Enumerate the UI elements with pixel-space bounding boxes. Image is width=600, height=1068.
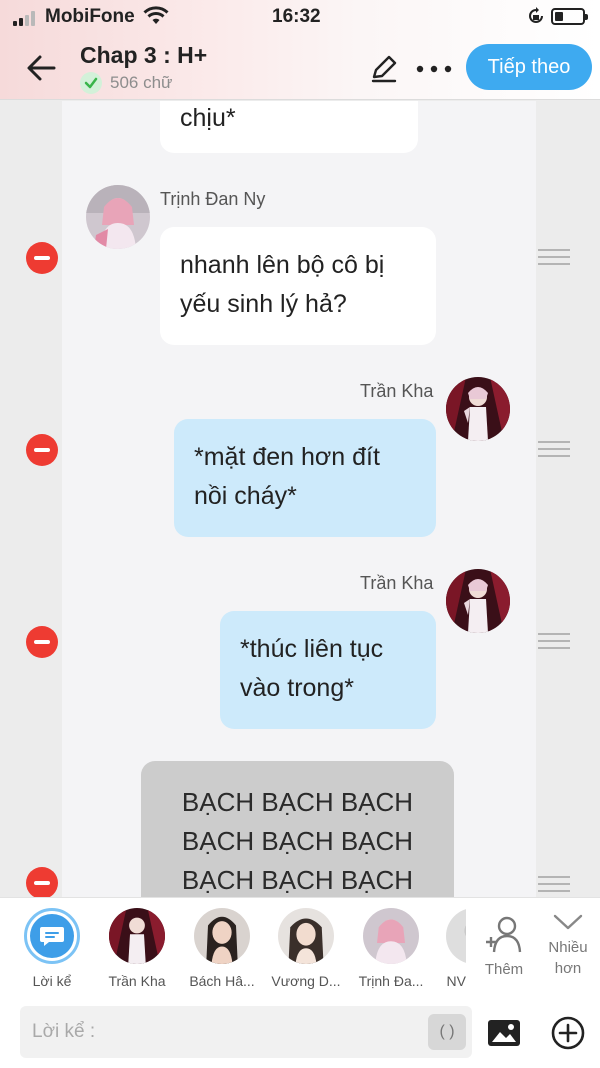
- character-label: NV: [446, 973, 466, 989]
- parentheses-button[interactable]: ( ): [428, 1014, 466, 1050]
- avatar[interactable]: [446, 569, 510, 633]
- add-character-label: Thêm: [484, 961, 524, 978]
- message-text: chịu*: [180, 104, 236, 132]
- status-bar: MobiFone 16:32: [0, 0, 600, 34]
- chapter-title: Chap 3 : H+: [80, 42, 208, 68]
- back-button[interactable]: [24, 50, 60, 86]
- narrator-avatar: [24, 908, 80, 964]
- collapse-button[interactable]: Nhiều hơn: [536, 912, 600, 979]
- delete-message-button[interactable]: [26, 867, 58, 897]
- message-bubble[interactable]: nhanh lên bộ cô bị yếu sinh lý hả?: [160, 227, 436, 345]
- word-count: 506 chữ: [80, 72, 172, 94]
- message-text: *mặt đen hơn đít nồi cháy*: [194, 443, 380, 510]
- drag-handle[interactable]: [538, 441, 570, 459]
- character-narrator[interactable]: Lời kể: [12, 908, 92, 989]
- narration-text: BẠCH BẠCH BẠCH BẠCH BẠCH BẠCH BẠCH BẠCH …: [181, 787, 414, 895]
- battery-icon: [551, 8, 588, 25]
- drag-handle[interactable]: [538, 633, 570, 651]
- message-text: *thúc liên tục vào trong*: [240, 635, 384, 702]
- character-label: Vương D...: [271, 973, 341, 989]
- delete-message-button[interactable]: [26, 434, 58, 466]
- avatar: [363, 908, 419, 964]
- plus-circle-icon[interactable]: [551, 1016, 585, 1050]
- character-trinh-dan-ny[interactable]: Trịnh Đa...: [351, 908, 431, 989]
- check-icon: [80, 72, 102, 94]
- chat-bubble-icon: [40, 927, 64, 946]
- avatar: [109, 908, 165, 964]
- rotation-lock-icon: [529, 7, 543, 23]
- top-bar: MobiFone 16:32 Chap 3 : H+ 506 chữ Tiếp …: [0, 0, 600, 100]
- avatar[interactable]: [86, 185, 150, 249]
- add-user-icon: [486, 916, 522, 953]
- word-count-text: 506 chữ: [110, 73, 173, 92]
- message-text: nhanh lên bộ cô bị yếu sinh lý hả?: [180, 251, 385, 318]
- character-label: Trần Kha: [108, 973, 166, 989]
- clock: 16:32: [272, 6, 321, 27]
- speaker-name: Trần Kha: [360, 573, 434, 593]
- collapse-label: Nhiều hơn: [548, 939, 588, 977]
- message-bubble[interactable]: chịu*: [160, 101, 418, 153]
- character-selector: Lời kể Trần Kha Bách Hâ... Vương D... Tr…: [0, 897, 600, 994]
- wifi-icon: [143, 6, 169, 24]
- narration-input[interactable]: [20, 1006, 420, 1058]
- signal-icon: [13, 10, 39, 26]
- add-character-button[interactable]: Thêm: [480, 914, 528, 978]
- character-nv[interactable]: NV: [426, 908, 466, 989]
- carrier-name: MobiFone: [45, 6, 135, 27]
- message-bubble[interactable]: *thúc liên tục vào trong*: [220, 611, 436, 729]
- more-options-button[interactable]: [414, 57, 454, 81]
- avatar[interactable]: [446, 377, 510, 441]
- character-tran-kha[interactable]: Trần Kha: [97, 908, 177, 989]
- character-bach-ha[interactable]: Bách Hâ...: [182, 908, 262, 989]
- narration-bubble[interactable]: BẠCH BẠCH BẠCH BẠCH BẠCH BẠCH BẠCH BẠCH …: [141, 761, 454, 897]
- speaker-name: Trần Kha: [360, 381, 434, 401]
- input-bar: ( ): [0, 994, 600, 1068]
- character-label: Lời kể: [32, 973, 72, 989]
- character-label: Trịnh Đa...: [358, 973, 424, 989]
- character-label: Bách Hâ...: [189, 973, 255, 989]
- avatar: [278, 908, 334, 964]
- character-vuong-d[interactable]: Vương D...: [266, 908, 346, 989]
- delete-message-button[interactable]: [26, 626, 58, 658]
- delete-message-button[interactable]: [26, 242, 58, 274]
- edit-button[interactable]: [368, 53, 400, 85]
- next-button[interactable]: Tiếp theo: [466, 44, 592, 90]
- drag-handle[interactable]: [538, 876, 570, 894]
- avatar: [446, 908, 466, 964]
- speaker-name: Trịnh Đan Ny: [160, 189, 266, 209]
- drag-handle[interactable]: [538, 249, 570, 267]
- image-icon[interactable]: [487, 1019, 521, 1047]
- chevron-down-icon: [553, 914, 583, 930]
- avatar: [194, 908, 250, 964]
- chat-area[interactable]: chịu* Trịnh Đan Ny nhanh lên bộ cô bị yế…: [0, 101, 600, 897]
- message-bubble[interactable]: *mặt đen hơn đít nồi cháy*: [174, 419, 436, 537]
- input-container: ( ): [20, 1006, 472, 1058]
